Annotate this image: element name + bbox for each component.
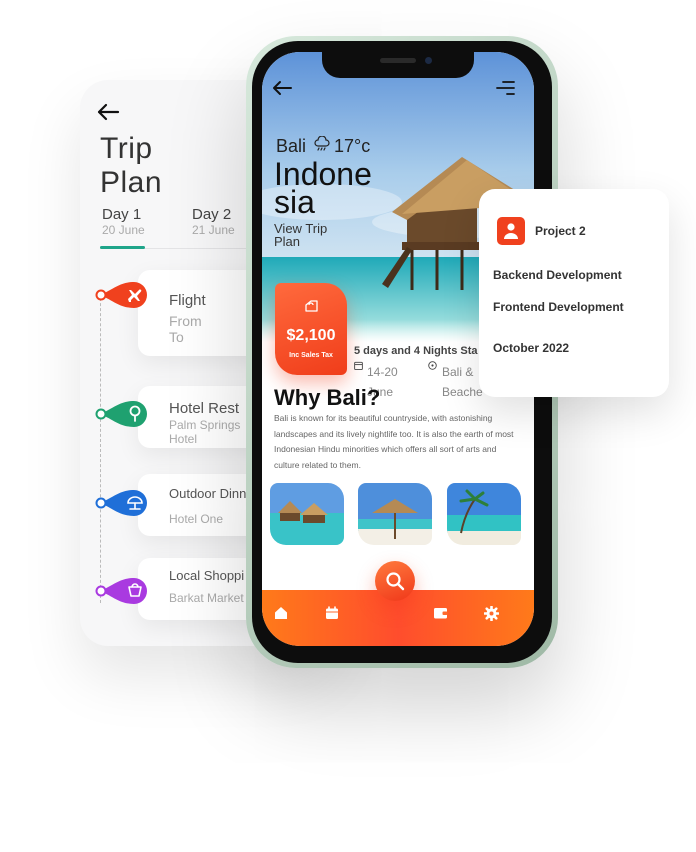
airplane-icon	[95, 282, 147, 308]
place-line-2: Beache	[442, 385, 483, 399]
country-title: Indone sia	[274, 158, 372, 220]
temperature-label: 17°c	[334, 136, 371, 156]
description-text: Bali is known for its beautiful countrys…	[274, 413, 514, 470]
back-arrow-icon[interactable]	[272, 80, 292, 96]
day-label: Day 2	[192, 206, 232, 223]
cloud-rain-icon	[314, 136, 330, 151]
person-glyph	[504, 223, 518, 239]
phone-speaker	[380, 58, 416, 63]
trip-duration: 5 days and 4 Nights Sta	[354, 345, 478, 357]
back-arrow-icon[interactable]	[96, 102, 120, 122]
tab-day-1[interactable]: Day 1 20 June	[102, 206, 145, 237]
settings-icon[interactable]	[484, 606, 499, 621]
view-trip-plan-link[interactable]: View Trip Plan	[274, 222, 327, 248]
umbrella-icon	[95, 490, 147, 516]
event-subtitle: Hotel One	[169, 512, 224, 526]
event-subtitle: Hotel	[169, 432, 198, 446]
project-card[interactable]: Project 2 Backend Development Frontend D…	[479, 189, 669, 397]
home-icon[interactable]	[274, 606, 288, 620]
price-note: Inc Sales Tax	[289, 352, 333, 359]
event-title: Hotel Rest	[169, 400, 240, 417]
title-line-2: Plan	[100, 166, 163, 199]
shopping-bag-icon	[95, 578, 147, 604]
project-item-frontend: Frontend Development	[493, 300, 624, 314]
day-date: 21 June	[192, 223, 235, 237]
location-label: Bali	[276, 136, 307, 156]
event-subtitle: From	[169, 313, 202, 329]
event-title: Outdoor Dinn	[169, 486, 247, 501]
gallery-image-3[interactable]	[447, 483, 521, 545]
place-line-1: Bali &	[442, 365, 474, 379]
tab-day-2[interactable]: Day 2 21 June	[192, 206, 235, 237]
event-subtitle: To	[169, 329, 184, 345]
country-line-2: sia	[274, 184, 315, 220]
dates-line-1: 14-20	[367, 365, 398, 379]
location-pin-icon	[428, 361, 437, 370]
gallery-image-2[interactable]	[358, 483, 432, 545]
project-title: Project 2	[535, 224, 586, 238]
tree-icon	[95, 401, 147, 427]
search-icon	[386, 572, 405, 591]
search-button[interactable]	[375, 561, 415, 601]
timeline-line	[100, 293, 101, 603]
calendar-icon	[354, 361, 363, 370]
why-title: Why Bali?	[274, 385, 381, 410]
project-date: October 2022	[493, 341, 570, 355]
event-subtitle: Barkat Market	[169, 591, 244, 605]
event-subtitle: Palm Springs	[169, 418, 241, 432]
event-title: Local Shoppi	[169, 568, 245, 583]
event-title: Flight	[169, 292, 206, 309]
menu-icon[interactable]	[495, 80, 515, 96]
view-line-2: Plan	[274, 234, 301, 249]
gallery-image-1[interactable]	[270, 483, 344, 545]
trip-plan-title: Trip Plan	[100, 132, 162, 200]
price-card[interactable]: $2,100 Inc Sales Tax	[275, 283, 347, 375]
project-item-backend: Backend Development	[493, 268, 622, 282]
trip-place: Bali & Beache	[442, 362, 483, 402]
title-line-1: Trip	[100, 132, 153, 165]
active-tab-indicator	[100, 246, 145, 249]
tag-icon	[305, 300, 318, 312]
price-value: $2,100	[286, 327, 336, 344]
calendar-icon[interactable]	[325, 606, 339, 620]
wallet-icon[interactable]	[433, 606, 448, 620]
phone-camera	[425, 57, 432, 64]
phone-notch	[322, 48, 474, 78]
day-label: Day 1	[102, 206, 142, 223]
day-date: 20 June	[102, 223, 145, 237]
user-icon	[497, 217, 525, 245]
